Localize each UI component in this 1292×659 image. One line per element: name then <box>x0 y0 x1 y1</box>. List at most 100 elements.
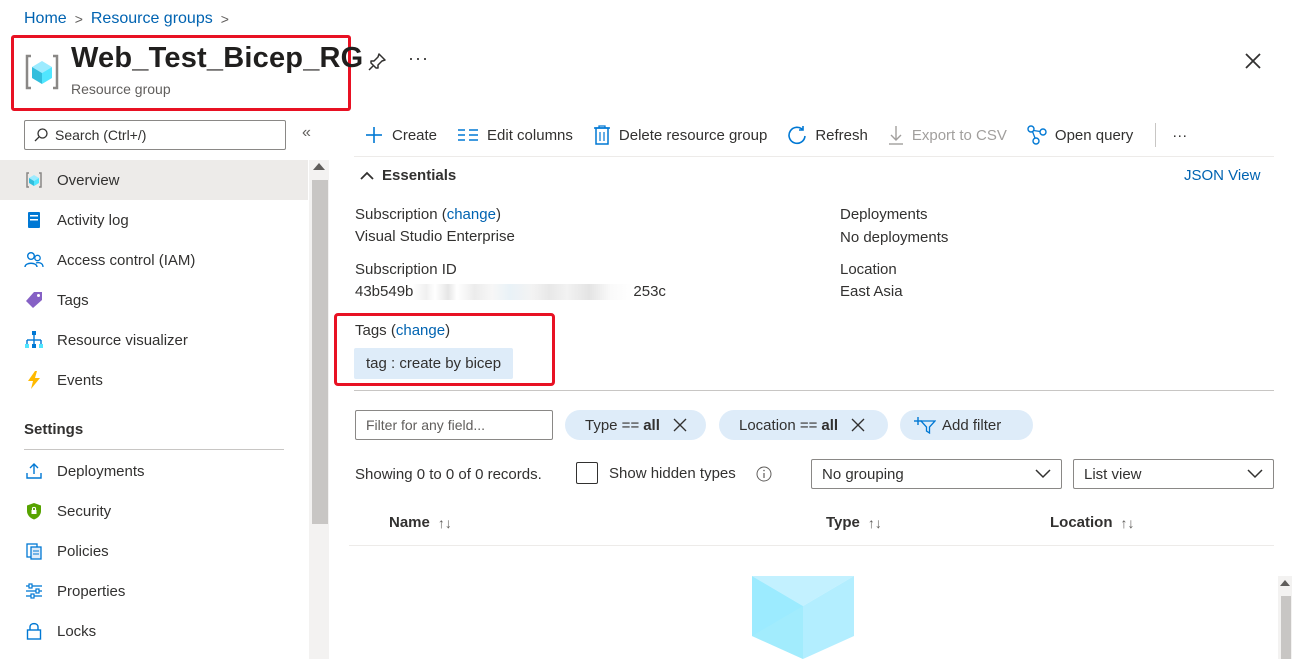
open-query-button[interactable]: Open query <box>1027 125 1133 145</box>
sidebar-item-activity-log[interactable]: Activity log <box>0 200 308 240</box>
column-header-name[interactable]: Name ↑↓ <box>389 514 452 531</box>
sliders-icon <box>24 581 44 601</box>
export-csv-label: Export to CSV <box>911 126 1007 144</box>
add-filter-button[interactable]: Add filter <box>900 410 1033 440</box>
tag-icon <box>24 290 44 310</box>
trash-icon <box>593 125 610 145</box>
type-filter-pill[interactable]: Type == all <box>565 410 706 440</box>
sidebar-search[interactable] <box>24 120 286 150</box>
add-filter-label: Add filter <box>942 416 1002 434</box>
location-value: East Asia <box>840 283 903 300</box>
type-filter-value: all <box>643 416 660 434</box>
essentials-toggle[interactable]: Essentials <box>360 167 456 184</box>
download-icon <box>888 126 903 145</box>
table-header-divider <box>349 545 1274 546</box>
resource-group-icon <box>24 170 44 190</box>
sort-icon: ↑↓ <box>437 514 452 531</box>
column-header-label: Name <box>389 514 430 531</box>
chevron-down-icon <box>1035 469 1051 479</box>
delete-resource-group-button[interactable]: Delete resource group <box>593 125 767 145</box>
page-title: Web_Test_Bicep_RG <box>71 42 364 74</box>
sidebar-item-label: Locks <box>57 622 97 640</box>
content-scrollbar-thumb[interactable] <box>1281 596 1291 659</box>
show-hidden-types-label: Show hidden types <box>609 465 736 482</box>
sidebar-item-policies[interactable]: Policies <box>0 531 308 571</box>
shield-icon <box>24 501 44 521</box>
sidebar-item-access-control[interactable]: Access control (IAM) <box>0 240 308 280</box>
location-filter-pill[interactable]: Location == all <box>719 410 888 440</box>
breadcrumb-resource-groups-link[interactable]: Resource groups <box>91 10 213 28</box>
close-icon[interactable] <box>850 417 866 433</box>
activity-log-icon <box>24 210 44 230</box>
people-icon <box>24 250 44 270</box>
view-dropdown[interactable]: List view <box>1073 459 1274 489</box>
deployments-value-link[interactable]: No deployments <box>840 229 948 246</box>
location-filter-label: Location == <box>739 416 818 434</box>
sidebar-item-overview[interactable]: Overview <box>0 160 308 200</box>
sidebar-item-tags[interactable]: Tags <box>0 280 308 320</box>
edit-columns-button[interactable]: Edit columns <box>457 127 573 144</box>
sidebar-item-deployments[interactable]: Deployments <box>0 451 308 491</box>
subscription-id-end: 253c <box>633 283 666 300</box>
sidebar-item-resource-visualizer[interactable]: Resource visualizer <box>0 320 308 360</box>
sidebar-item-label: Access control (IAM) <box>57 251 196 269</box>
create-button[interactable]: Create <box>364 125 437 145</box>
sidebar-item-label: Policies <box>57 542 109 560</box>
edit-columns-label: Edit columns <box>487 126 573 144</box>
info-icon[interactable] <box>756 466 772 482</box>
sidebar-item-label: Security <box>57 502 112 520</box>
sidebar-scrollbar-thumb[interactable] <box>312 180 328 524</box>
close-icon[interactable] <box>1242 50 1264 72</box>
upload-icon <box>24 461 44 481</box>
type-filter-label: Type == <box>585 416 640 434</box>
pin-icon[interactable] <box>366 51 388 73</box>
records-summary: Showing 0 to 0 of 0 records. <box>355 466 542 483</box>
more-options-button[interactable]: ··· <box>408 48 429 69</box>
sidebar-search-input[interactable] <box>55 127 275 143</box>
json-view-link[interactable]: JSON View <box>1184 167 1260 184</box>
subscription-label-text: Subscription <box>355 206 438 223</box>
empty-state-cube-icon <box>752 576 854 659</box>
subscription-value-link[interactable]: Visual Studio Enterprise <box>355 228 515 245</box>
tags-label: Tags (change) <box>355 322 451 339</box>
breadcrumb-home-link[interactable]: Home <box>24 10 67 28</box>
query-icon <box>1027 125 1047 145</box>
sidebar-item-label: Resource visualizer <box>57 331 188 349</box>
refresh-icon <box>788 126 807 145</box>
subscription-change-link[interactable]: change <box>447 206 496 223</box>
refresh-button[interactable]: Refresh <box>787 125 868 145</box>
tags-label-text: Tags <box>355 322 387 339</box>
scroll-up-arrow-icon[interactable] <box>313 163 325 170</box>
chevron-down-icon <box>1247 469 1263 479</box>
refresh-label: Refresh <box>815 126 868 144</box>
subscription-id-start: 43b549b <box>355 283 414 300</box>
sort-icon: ↑↓ <box>1120 514 1135 531</box>
filter-input[interactable] <box>355 410 553 440</box>
subscription-label: Subscription (change) <box>355 206 501 223</box>
column-header-location[interactable]: Location ↑↓ <box>1050 514 1135 531</box>
tag-pill[interactable]: tag : create by bicep <box>354 348 514 379</box>
grouping-dropdown[interactable]: No grouping <box>811 459 1062 489</box>
sidebar-item-label: Activity log <box>57 211 129 229</box>
collapse-sidebar-button[interactable]: « <box>302 124 311 142</box>
sidebar-item-locks[interactable]: Locks <box>0 611 308 651</box>
scroll-up-arrow-icon[interactable] <box>1280 580 1290 586</box>
show-hidden-types-checkbox[interactable] <box>576 462 598 484</box>
sidebar-item-properties[interactable]: Properties <box>0 571 308 611</box>
close-icon[interactable] <box>672 417 688 433</box>
plus-icon <box>366 127 382 143</box>
sidebar-item-label: Properties <box>57 582 126 600</box>
toolbar-more-button[interactable]: ··· <box>1172 127 1187 144</box>
sidebar-item-events[interactable]: Events <box>0 360 308 400</box>
grouping-value: No grouping <box>822 465 904 483</box>
sidebar-item-security[interactable]: Security <box>0 491 308 531</box>
essentials-divider <box>354 390 1274 391</box>
essentials-title: Essentials <box>382 167 457 184</box>
export-csv-button[interactable]: Export to CSV <box>888 125 1007 145</box>
sort-icon: ↑↓ <box>867 514 882 531</box>
tags-change-link[interactable]: change <box>396 322 445 339</box>
column-header-type[interactable]: Type ↑↓ <box>826 514 882 531</box>
column-header-label: Type <box>826 514 860 531</box>
location-filter-value: all <box>821 416 839 434</box>
settings-section-title: Settings <box>24 421 84 438</box>
